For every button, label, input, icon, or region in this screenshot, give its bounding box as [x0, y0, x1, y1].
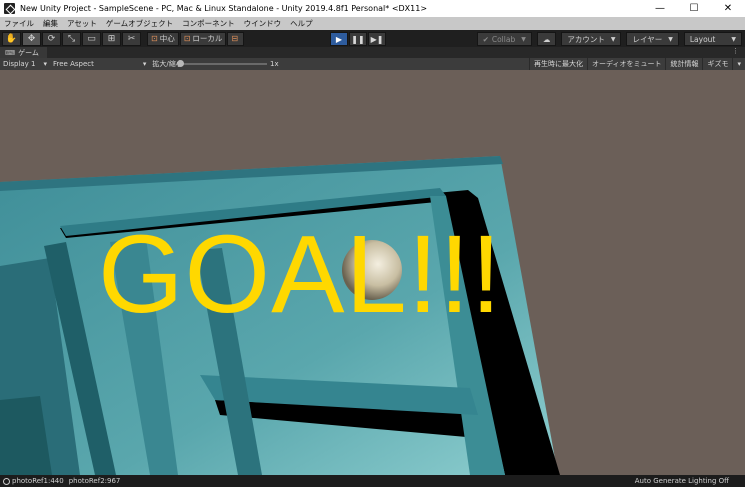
rotate-tool-icon[interactable]: ⟳ [42, 31, 61, 46]
account-label: アカウント [567, 34, 605, 44]
pivot-icon: ⊡ [151, 34, 158, 43]
game-viewport[interactable]: GOAL!!! [0, 70, 745, 475]
gizmos-chevron-icon[interactable]: ▾ [732, 58, 745, 70]
play-controls: ▶ ❚❚ ▶❚ [330, 32, 387, 46]
menu-gameobject[interactable]: ゲームオブジェクト [106, 18, 173, 29]
window-title: New Unity Project - SampleScene - PC, Ma… [20, 4, 428, 13]
info-icon [3, 477, 10, 485]
aspect-dropdown[interactable]: Free Aspect [53, 60, 94, 68]
custom-tool-icon[interactable]: ✂ [122, 31, 141, 46]
menu-help[interactable]: ヘルプ [290, 18, 313, 29]
chevron-down-icon: ▼ [521, 35, 526, 43]
step-button[interactable]: ▶❚ [368, 32, 386, 46]
play-button[interactable]: ▶ [330, 32, 348, 46]
menu-window[interactable]: ウインドウ [244, 18, 282, 29]
tab-game-label: ゲーム [18, 48, 39, 57]
local-label: ローカル [192, 34, 223, 43]
menu-file[interactable]: ファイル [4, 18, 34, 29]
chevron-down-icon: ▼ [610, 35, 616, 43]
pause-button[interactable]: ❚❚ [349, 32, 367, 46]
tab-game[interactable]: ⌨ ゲーム [0, 47, 47, 58]
maximize-on-play-toggle[interactable]: 再生時に最大化 [528, 58, 587, 70]
tab-menu-icon[interactable]: ⋮ [732, 47, 739, 55]
local-icon: ⊡ [183, 34, 191, 43]
cloud-button[interactable]: ☁ [536, 32, 557, 46]
main-toolbar: ✋ ✥ ⟳ ⤡ ▭ ⊞ ✂ ⊡ 中心 ⊡ ローカル ⊟ ▶ ❚❚ ▶❚ ✔ Co… [0, 30, 745, 47]
menu-edit[interactable]: 編集 [43, 18, 58, 29]
maximize-button[interactable]: ☐ [677, 0, 711, 17]
menu-component[interactable]: コンポーネント [182, 18, 235, 29]
pivot-local-button[interactable]: ⊡ ローカル [179, 31, 227, 46]
scale-tool-icon[interactable]: ⤡ [62, 31, 81, 46]
hand-tool-icon[interactable]: ✋ [2, 31, 21, 46]
photo-ref2: photoRef2:967 [68, 477, 121, 485]
pivot-controls: ⊡ 中心 ⊡ ローカル ⊟ [147, 31, 245, 46]
collab-check-icon: ✔ [482, 34, 489, 44]
game-view-toolbar: Display 1 ▾ Free Aspect ▾ 拡大/縮小 1x 再生時に最… [0, 58, 745, 70]
aspect-chevron-icon[interactable]: ▾ [143, 60, 147, 68]
stats-toggle[interactable]: 統計情報 [665, 58, 702, 70]
photo-ref1: photoRef1:440 [12, 477, 64, 485]
display-dropdown[interactable]: Display 1 [3, 60, 35, 68]
gamepad-icon: ⌨ [5, 48, 16, 57]
pivot-label: 中心 [159, 34, 175, 43]
layout-dropdown[interactable]: Layout ▼ [683, 32, 742, 46]
transform-tool-icon[interactable]: ⊞ [102, 31, 121, 46]
move-tool-icon[interactable]: ✥ [22, 31, 41, 46]
layers-label: レイヤー [632, 34, 663, 44]
collab-button[interactable]: ✔ Collab ▼ [476, 32, 532, 46]
display-chevron-icon[interactable]: ▾ [43, 60, 47, 68]
menu-assets[interactable]: アセット [67, 18, 97, 29]
cloud-icon: ☁ [542, 34, 551, 44]
account-dropdown[interactable]: アカウント ▼ [561, 32, 622, 46]
game-view-options: 再生時に最大化 オーディオをミュート 統計情報 ギズモ ▾ [528, 58, 745, 70]
title-bar: New Unity Project - SampleScene - PC, Ma… [0, 0, 745, 17]
close-button[interactable]: ✕ [711, 0, 745, 17]
unity-logo-icon [4, 3, 15, 14]
mute-audio-toggle[interactable]: オーディオをミュート [586, 58, 666, 70]
goal-text: GOAL!!! [98, 213, 503, 336]
tab-bar: ⌨ ゲーム ⋮ [0, 47, 745, 58]
chevron-down-icon: ▼ [731, 35, 736, 43]
layers-dropdown[interactable]: レイヤー ▼ [626, 32, 679, 46]
minimize-button[interactable]: — [643, 0, 677, 17]
pivot-center-button[interactable]: ⊡ 中心 [147, 31, 179, 46]
menu-bar: ファイル 編集 アセット ゲームオブジェクト コンポーネント ウインドウ ヘルプ [0, 17, 745, 30]
rect-tool-icon[interactable]: ▭ [82, 31, 101, 46]
chevron-down-icon: ▼ [668, 35, 673, 43]
status-bar: photoRef1:440 photoRef2:967 Auto Generat… [0, 475, 745, 487]
toolbar-right: ✔ Collab ▼ ☁ アカウント ▼ レイヤー ▼ Layout ▼ [472, 32, 742, 46]
transform-tools: ✋ ✥ ⟳ ⤡ ▭ ⊞ ✂ [2, 31, 142, 46]
collab-label: Collab [491, 34, 516, 44]
snap-icon: ⊟ [231, 34, 239, 43]
scale-slider-track[interactable] [181, 63, 267, 65]
window-controls: — ☐ ✕ [643, 0, 745, 17]
layout-label: Layout [689, 34, 716, 44]
scale-slider-handle[interactable] [177, 60, 184, 67]
snap-button[interactable]: ⊟ [227, 31, 245, 46]
gizmos-dropdown[interactable]: ギズモ [702, 58, 732, 70]
lighting-status[interactable]: Auto Generate Lighting Off [635, 477, 729, 485]
scale-value: 1x [270, 60, 279, 68]
